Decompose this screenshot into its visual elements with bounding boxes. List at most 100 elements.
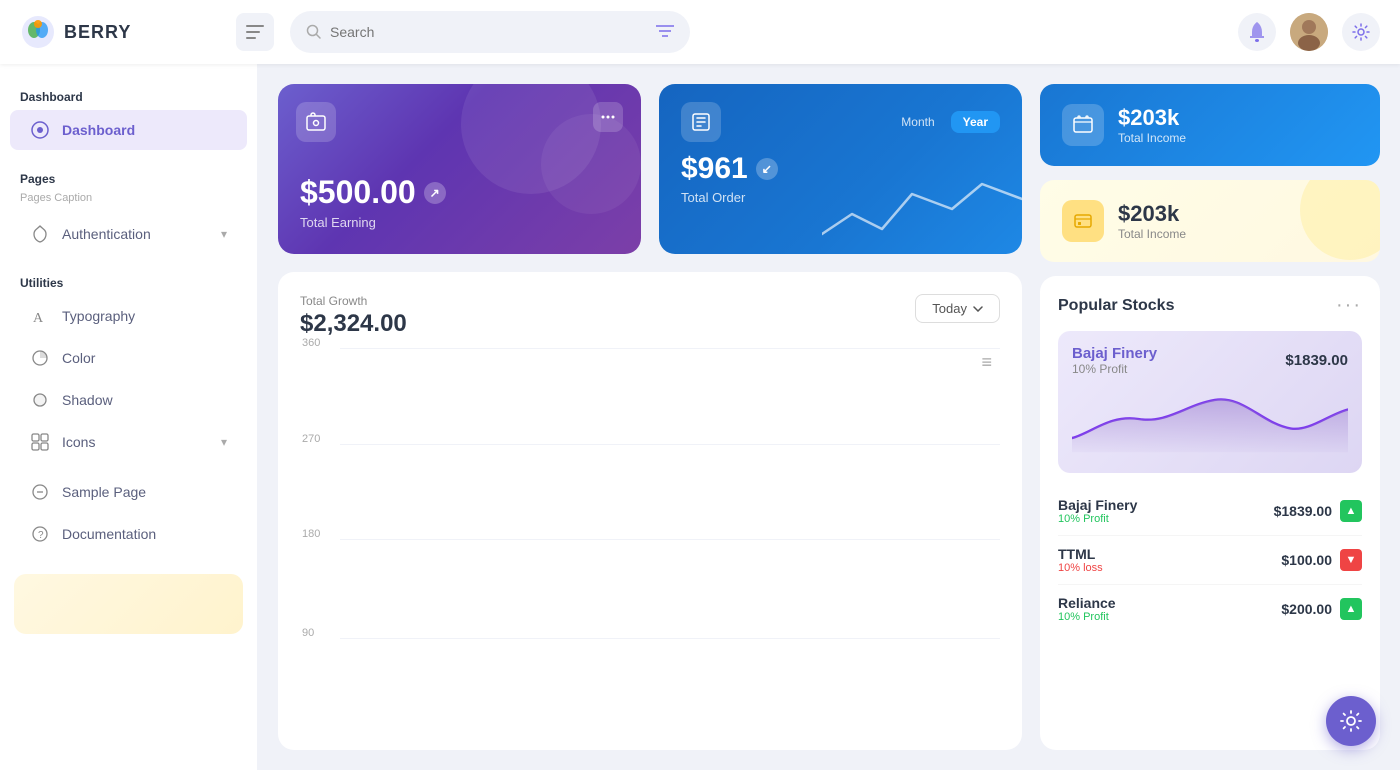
stock-list-item-0: Bajaj Finery 10% Profit $1839.00 ▲ bbox=[1058, 487, 1362, 536]
color-icon bbox=[30, 348, 50, 368]
sidebar-item-icons[interactable]: Icons ▾ bbox=[10, 422, 247, 462]
sidebar-item-dashboard[interactable]: Dashboard bbox=[10, 110, 247, 150]
trend-down-badge-1: ▼ bbox=[1340, 549, 1362, 571]
growth-chart-card: Total Growth $2,324.00 Today 360 270 180… bbox=[278, 272, 1022, 750]
search-input[interactable] bbox=[330, 24, 648, 40]
income-blue-label: Total Income bbox=[1118, 131, 1186, 145]
sidebar-item-sample-page[interactable]: Sample Page bbox=[10, 472, 247, 512]
search-filter-button[interactable] bbox=[656, 24, 674, 41]
sample-page-icon bbox=[30, 482, 50, 502]
earning-card-icon bbox=[296, 102, 336, 142]
chart-amount: $2,324.00 bbox=[300, 310, 407, 338]
chart-header: Total Growth $2,324.00 Today bbox=[300, 294, 1000, 338]
main-right: $203k Total Income $203k Total Income bbox=[1040, 84, 1380, 750]
trend-up-badge-0: ▲ bbox=[1340, 500, 1362, 522]
fab-button[interactable] bbox=[1326, 696, 1376, 746]
stock-list-item-1: TTML 10% loss $100.00 ▼ bbox=[1058, 536, 1362, 585]
notification-button[interactable] bbox=[1238, 13, 1276, 51]
sidebar-bottom-banner bbox=[14, 574, 243, 634]
search-icon bbox=[306, 24, 322, 40]
sidebar-item-shadow-label: Shadow bbox=[62, 392, 113, 408]
logo-icon bbox=[20, 14, 56, 50]
sidebar-item-shadow[interactable]: Shadow bbox=[10, 380, 247, 420]
sidebar-pages-caption: Pages Caption bbox=[0, 190, 257, 212]
sidebar-item-typography-label: Typography bbox=[62, 308, 135, 324]
avatar[interactable] bbox=[1290, 13, 1328, 51]
stock-right-0: $1839.00 ▲ bbox=[1274, 500, 1362, 522]
header: BERRY bbox=[0, 0, 1400, 64]
card-income-blue: $203k Total Income bbox=[1040, 84, 1380, 166]
sidebar-item-typography[interactable]: A Typography bbox=[10, 296, 247, 336]
sidebar-section-dashboard: Dashboard bbox=[0, 82, 257, 108]
settings-button[interactable] bbox=[1342, 13, 1380, 51]
stocks-title: Popular Stocks bbox=[1058, 297, 1174, 315]
earning-card-menu[interactable] bbox=[593, 102, 623, 132]
sidebar-item-sample-page-label: Sample Page bbox=[62, 484, 146, 500]
income-blue-amount: $203k bbox=[1118, 105, 1186, 131]
header-right bbox=[1238, 13, 1380, 51]
earning-label: Total Earning bbox=[300, 215, 619, 230]
sidebar-item-dashboard-label: Dashboard bbox=[62, 122, 135, 138]
stock-name-2: Reliance bbox=[1058, 595, 1116, 611]
sidebar: Dashboard Dashboard Pages Pages Caption … bbox=[0, 64, 258, 770]
income-blue-icon bbox=[1062, 104, 1104, 146]
authentication-icon bbox=[30, 224, 50, 244]
shadow-icon bbox=[30, 390, 50, 410]
main-left: $500.00 ↗ Total Earning bbox=[278, 84, 1022, 750]
income-yellow-amount: $203k bbox=[1118, 201, 1186, 227]
sidebar-item-documentation[interactable]: ? Documentation bbox=[10, 514, 247, 554]
sidebar-item-icons-label: Icons bbox=[62, 434, 95, 450]
stock-profit-2: 10% Profit bbox=[1058, 611, 1116, 623]
stock-banner-profit: 10% Profit bbox=[1072, 362, 1157, 376]
bar-chart-wrap: 360 270 180 90 ≡ bbox=[300, 348, 1000, 668]
wave-chart bbox=[822, 164, 1022, 254]
bg-pattern bbox=[1300, 180, 1380, 260]
stock-info-1: TTML 10% loss bbox=[1058, 546, 1103, 574]
bars-container bbox=[350, 348, 990, 638]
chevron-down-icon-2: ▾ bbox=[221, 435, 227, 449]
stock-list-item-2: Reliance 10% Profit $200.00 ▲ bbox=[1058, 585, 1362, 633]
year-tab-button[interactable]: Year bbox=[951, 111, 1000, 133]
income-yellow-label: Total Income bbox=[1118, 227, 1186, 241]
stock-banner-price: $1839.00 bbox=[1285, 352, 1348, 369]
popular-stocks-card: Popular Stocks ··· Bajaj Finery 10% Prof… bbox=[1040, 276, 1380, 750]
menu-button[interactable] bbox=[236, 13, 274, 51]
stock-name-1: TTML bbox=[1058, 546, 1103, 562]
stock-price-2: $200.00 bbox=[1281, 601, 1332, 617]
today-filter-button[interactable]: Today bbox=[915, 294, 1000, 323]
order-arrow-badge: ↙ bbox=[756, 158, 778, 180]
income-yellow-info: $203k Total Income bbox=[1118, 201, 1186, 241]
chart-title-group: Total Growth $2,324.00 bbox=[300, 294, 407, 338]
sidebar-item-color-label: Color bbox=[62, 350, 95, 366]
trend-up-badge-2: ▲ bbox=[1340, 598, 1362, 620]
income-yellow-icon bbox=[1062, 200, 1104, 242]
stock-info-2: Reliance 10% Profit bbox=[1058, 595, 1116, 623]
documentation-icon: ? bbox=[30, 524, 50, 544]
stock-info-0: Bajaj Finery 10% Profit bbox=[1058, 497, 1137, 525]
sidebar-item-authentication-label: Authentication bbox=[62, 226, 151, 242]
search-bar bbox=[290, 11, 690, 53]
sidebar-item-documentation-label: Documentation bbox=[62, 526, 156, 542]
stock-right-2: $200.00 ▲ bbox=[1281, 598, 1362, 620]
chevron-down-icon: ▾ bbox=[221, 227, 227, 241]
svg-text:A: A bbox=[33, 311, 44, 325]
card-total-order: Month Year $961 ↙ Total Order bbox=[659, 84, 1022, 254]
sidebar-section-pages: Pages bbox=[0, 164, 257, 190]
stock-price-0: $1839.00 bbox=[1274, 503, 1332, 519]
stock-banner-top: Bajaj Finery 10% Profit $1839.00 bbox=[1072, 345, 1348, 376]
logo-text: BERRY bbox=[64, 22, 131, 43]
stock-chart-banner: Bajaj Finery 10% Profit $1839.00 bbox=[1058, 331, 1362, 473]
svg-text:?: ? bbox=[38, 530, 44, 541]
sidebar-item-color[interactable]: Color bbox=[10, 338, 247, 378]
stock-banner-info: Bajaj Finery 10% Profit bbox=[1072, 345, 1157, 376]
stock-banner-name: Bajaj Finery bbox=[1072, 345, 1157, 362]
stock-mini-chart bbox=[1072, 384, 1348, 454]
typography-icon: A bbox=[30, 306, 50, 326]
stock-right-1: $100.00 ▼ bbox=[1281, 549, 1362, 571]
stocks-menu-icon[interactable]: ··· bbox=[1336, 294, 1362, 317]
sidebar-item-authentication[interactable]: Authentication ▾ bbox=[10, 214, 247, 254]
stock-name-0: Bajaj Finery bbox=[1058, 497, 1137, 513]
dashboard-icon bbox=[30, 120, 50, 140]
month-tab-button[interactable]: Month bbox=[889, 111, 946, 133]
main-content: $500.00 ↗ Total Earning bbox=[258, 64, 1400, 770]
